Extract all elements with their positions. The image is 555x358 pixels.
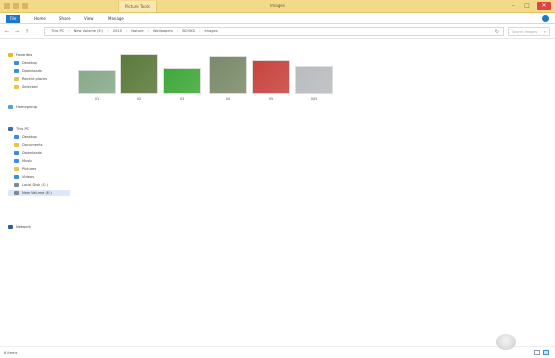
- breadcrumb-item[interactable]: Wallpapers: [153, 29, 173, 33]
- breadcrumb-item[interactable]: Nature: [131, 29, 143, 33]
- address-field[interactable]: This PC › New Volume (E:) › 2015 › Nature › …: [44, 27, 504, 36]
- navigation-pane: Favorites Desktop Downloads Recent place…: [0, 40, 72, 346]
- sidebar-item-documents[interactable]: Documents: [14, 142, 43, 148]
- file-name: 02: [136, 97, 142, 101]
- desktop-icon: [14, 61, 19, 65]
- chevron-right-icon: ›: [107, 29, 109, 33]
- sidebar-item-pictures[interactable]: Pictures: [14, 166, 36, 172]
- videos-icon: [14, 175, 19, 179]
- homegroup-icon: [8, 105, 13, 109]
- forward-button[interactable]: →: [14, 29, 20, 35]
- window-controls: – □ ✕: [509, 2, 551, 10]
- search-input[interactable]: Search Images ⌕: [508, 27, 550, 36]
- close-button[interactable]: ✕: [537, 2, 551, 10]
- star-icon: [8, 53, 13, 57]
- file-item[interactable]: 02: [120, 54, 158, 103]
- breadcrumb: This PC › New Volume (E:) › 2015 › Nature › …: [51, 29, 218, 33]
- sidebar-item-favorites[interactable]: Favorites: [8, 52, 32, 58]
- chevron-right-icon: ›: [199, 29, 201, 33]
- breadcrumb-item[interactable]: 2015: [113, 29, 122, 33]
- breadcrumb-item[interactable]: BOOKS: [182, 29, 195, 33]
- file-item[interactable]: 05: [252, 55, 290, 103]
- file-item[interactable]: 04: [209, 55, 247, 103]
- pictures-icon: [14, 167, 19, 171]
- sidebar-item-videos[interactable]: Videos: [14, 174, 34, 180]
- sidebar-item-pc-desktop[interactable]: Desktop: [14, 134, 37, 140]
- chevron-right-icon: ›: [176, 29, 179, 33]
- sidebar-item-homegroup[interactable]: Homegroup: [8, 104, 37, 110]
- drive-icon: [14, 183, 19, 187]
- title-bar: Picture Tools Images – □ ✕: [0, 0, 555, 13]
- tab-view[interactable]: View: [80, 15, 98, 23]
- up-button[interactable]: ↑: [24, 29, 30, 35]
- sidebar-item-new-volume[interactable]: New Volume (E:): [8, 190, 70, 196]
- image-thumbnail: [163, 68, 201, 94]
- computer-icon: [8, 127, 13, 131]
- breadcrumb-item[interactable]: Images: [204, 29, 217, 33]
- item-count: 6 items: [4, 351, 18, 355]
- chevron-right-icon: ›: [125, 29, 128, 33]
- breadcrumb-item[interactable]: New Volume (E:): [74, 29, 104, 33]
- downloads-icon: [14, 69, 19, 73]
- desktop-icon: [14, 135, 19, 139]
- tab-file[interactable]: File: [6, 15, 20, 23]
- tab-share[interactable]: Share: [55, 15, 75, 23]
- tab-manage[interactable]: Manage: [104, 15, 128, 23]
- sidebar-item-downloads[interactable]: Downloads: [14, 68, 42, 74]
- file-item[interactable]: 03: [163, 55, 201, 103]
- sidebar-item-desktop[interactable]: Desktop: [14, 60, 37, 66]
- large-icons-view-icon[interactable]: [543, 350, 549, 355]
- folder-icon: [14, 85, 19, 89]
- address-bar-row: ← → ↑ This PC › New Volume (E:) › 2015 › Na…: [0, 25, 555, 39]
- network-icon: [8, 225, 13, 229]
- image-thumbnail: [78, 70, 116, 94]
- sidebar-item-music[interactable]: Music: [14, 158, 32, 164]
- recent-places-icon: [14, 77, 19, 81]
- file-name: 05: [268, 97, 274, 101]
- sidebar-item-selected[interactable]: Selected: [14, 84, 38, 90]
- downloads-icon: [14, 151, 19, 155]
- sidebar-item-pc-downloads[interactable]: Downloads: [14, 150, 42, 156]
- window-title: Images: [270, 3, 285, 8]
- file-item[interactable]: 005: [295, 55, 333, 103]
- breadcrumb-item[interactable]: This PC: [51, 29, 64, 33]
- file-name: 04: [225, 97, 231, 101]
- ribbon: File Home Share View Manage: [0, 13, 555, 24]
- view-toggle: [534, 350, 549, 355]
- help-icon[interactable]: [542, 15, 549, 22]
- sidebar-item-network[interactable]: Network: [8, 224, 31, 230]
- refresh-icon[interactable]: ↻: [495, 29, 499, 35]
- music-icon: [14, 159, 19, 163]
- minimize-button[interactable]: –: [509, 2, 517, 10]
- chevron-right-icon: ›: [68, 29, 70, 33]
- image-thumbnail: [120, 54, 158, 94]
- drive-icon: [14, 191, 19, 195]
- file-name: 005: [310, 97, 318, 101]
- cursor-highlight: [496, 334, 516, 350]
- documents-icon: [14, 143, 19, 147]
- chevron-right-icon: ›: [147, 29, 150, 33]
- image-thumbnail: [209, 56, 247, 94]
- status-bar: 6 items: [0, 346, 555, 358]
- file-name: 03: [179, 97, 185, 101]
- search-icon: ⌕: [543, 29, 546, 34]
- file-item[interactable]: 01: [78, 55, 116, 103]
- image-thumbnail: [295, 66, 333, 94]
- tab-home[interactable]: Home: [30, 15, 50, 23]
- file-name: 01: [94, 97, 100, 101]
- back-button[interactable]: ←: [4, 29, 10, 35]
- image-thumbnail: [252, 60, 290, 94]
- sidebar-item-recent[interactable]: Recent places: [14, 76, 47, 82]
- search-placeholder: Search Images: [512, 30, 538, 34]
- details-view-icon[interactable]: [534, 350, 540, 355]
- sidebar-item-this-pc[interactable]: This PC: [8, 126, 29, 132]
- file-list: 01 02 03 04 05 005: [72, 40, 555, 346]
- navigation-buttons: ← → ↑: [4, 29, 30, 35]
- sidebar-item-local-disk[interactable]: Local Disk (C:): [14, 182, 48, 188]
- maximize-button[interactable]: □: [523, 2, 531, 10]
